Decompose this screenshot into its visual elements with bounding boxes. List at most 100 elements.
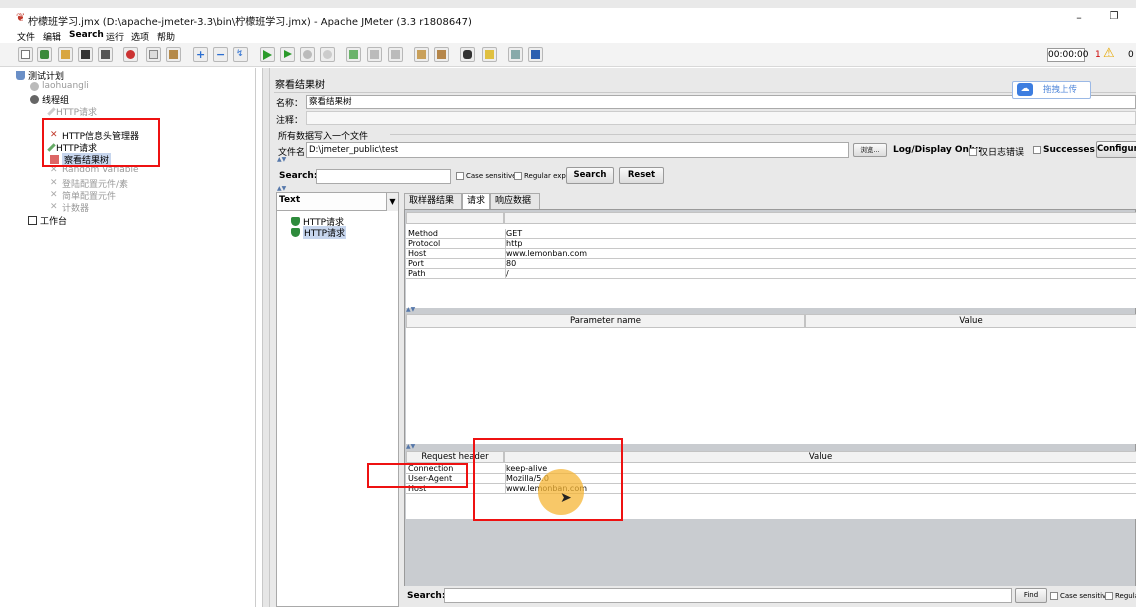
table-row: Protocol http [406, 239, 1136, 249]
request-table: Method GET Protocol http Host www.lemonban.… [406, 212, 1136, 308]
window-title: 柠檬班学习.jmx (D:\apache-jmeter-3.3\bin\柠檬班学… [28, 17, 472, 28]
minimize-button[interactable]: – [1072, 11, 1086, 25]
menu-search[interactable]: Search [69, 30, 104, 40]
templates-icon[interactable] [37, 47, 52, 62]
remote-exit-icon[interactable] [388, 47, 403, 62]
tools-icon: ✕ [50, 190, 58, 200]
tab-request[interactable]: 请求 [462, 193, 490, 209]
function-helper-icon[interactable] [508, 47, 523, 62]
write-section-label: 所有数据写入一个文件 [278, 132, 369, 142]
menu-edit[interactable]: 编辑 [43, 30, 61, 43]
error-count[interactable]: 1 [1095, 50, 1101, 60]
remote-stop-icon[interactable] [367, 47, 382, 62]
bottom-search-input[interactable] [444, 588, 1012, 603]
table-row: Hostwww.lemonban.com [406, 249, 1136, 259]
new-icon[interactable] [18, 47, 33, 62]
highlight-box [367, 463, 468, 488]
tree-item-counter[interactable]: ✕ 计数器 [50, 201, 89, 215]
panel-title: 察看结果树 [275, 80, 325, 91]
copy-icon[interactable] [146, 47, 161, 62]
paste-icon[interactable] [166, 47, 181, 62]
reset-button[interactable]: Reset [619, 167, 664, 184]
filename-field[interactable]: D:\jmeter_public\test [306, 142, 849, 158]
active-threads: 0 [1128, 50, 1134, 60]
mouse-pointer-icon: ➤ [560, 490, 572, 506]
warning-icon[interactable]: ⚠ [1103, 46, 1115, 61]
search-label: Search: [279, 171, 318, 181]
clear-icon[interactable] [414, 47, 429, 62]
configure-button[interactable]: Configure [1096, 141, 1136, 158]
elapsed-timer: 00:00:00 [1047, 48, 1089, 62]
splitter-arrows[interactable]: ▲▼ [406, 443, 415, 450]
tab-response-data[interactable]: 响应数据 [490, 193, 540, 209]
stop-icon[interactable] [300, 47, 315, 62]
case-sensitive-checkbox[interactable]: Case sensitive [456, 172, 516, 180]
remote-start-icon[interactable] [346, 47, 361, 62]
parameters-table: Parameter name Value [406, 314, 1136, 444]
start-no-pause-icon[interactable] [280, 47, 295, 62]
splitter-arrows[interactable]: ▲▼ [277, 185, 286, 192]
upload-widget[interactable]: ☁ 拖拽上传 [1012, 81, 1091, 99]
regular-exp-checkbox[interactable]: Regular exp. [514, 172, 568, 180]
search-binoculars-icon[interactable] [460, 47, 475, 62]
bottom-search-bar: Search: Find Case sensitive Regular [404, 586, 1136, 607]
cloud-icon: ☁ [1017, 83, 1033, 96]
menu-run[interactable]: 运行 [106, 30, 124, 43]
renderer-select[interactable]: Text [277, 193, 398, 211]
save-icon[interactable] [78, 47, 93, 62]
workbench-icon [28, 216, 37, 225]
column-header-value[interactable]: Value [805, 314, 1136, 328]
cut-icon[interactable] [123, 47, 138, 62]
bottom-search-label: Search: [407, 591, 446, 601]
clear-all-icon[interactable] [434, 47, 449, 62]
maximize-button[interactable]: ❐ [1107, 11, 1121, 25]
gear-icon [30, 95, 39, 104]
start-icon[interactable] [260, 47, 275, 62]
splitter-arrows[interactable]: ▲▼ [406, 306, 415, 313]
open-icon[interactable] [58, 47, 73, 62]
shutdown-icon[interactable] [320, 47, 335, 62]
search-input[interactable] [316, 169, 451, 184]
search-button[interactable]: Search [566, 167, 614, 184]
gear-icon [30, 81, 39, 91]
errors-only-checkbox[interactable]: 仅日志错误 [969, 145, 1024, 158]
table-row: Port 80 [406, 259, 1136, 269]
highlight-box [42, 118, 160, 167]
tools-icon: ✕ [50, 202, 58, 212]
tree-item-laohuangli[interactable]: laohuangli [30, 81, 89, 91]
menu-file[interactable]: 文件 [17, 30, 35, 43]
toggle-icon[interactable]: ↯ [233, 47, 248, 62]
browse-button[interactable]: 浏览... [853, 143, 887, 157]
save-as-icon[interactable] [98, 47, 113, 62]
title-bar: ❦ 柠檬班学习.jmx (D:\apache-jmeter-3.3\bin\柠檬… [0, 0, 1136, 29]
find-button[interactable]: Find [1015, 588, 1047, 603]
tools-icon: ✕ [50, 178, 58, 188]
name-label: 名称： [276, 99, 304, 109]
collapse-icon[interactable]: − [213, 47, 228, 62]
bottom-regular-checkbox[interactable]: Regular [1105, 592, 1136, 600]
chevron-down-icon[interactable]: ▼ [386, 193, 398, 211]
comment-label: 注释： [276, 116, 304, 126]
table-row: Path / [406, 269, 1136, 279]
tab-sampler-result[interactable]: 取样器结果 [404, 193, 462, 209]
comment-field[interactable] [306, 111, 1136, 125]
tree-item-http-request-disabled[interactable]: HTTP请求 [47, 105, 97, 118]
flask-icon [16, 71, 25, 80]
expand-icon[interactable]: + [193, 47, 208, 62]
jmeter-feather-icon: ❦ [16, 11, 26, 24]
splitter-arrows[interactable]: ▲▼ [277, 156, 286, 163]
help-icon[interactable] [528, 47, 543, 62]
column-header-parameter-name[interactable]: Parameter name [406, 314, 805, 328]
result-item-selected[interactable]: HTTP请求 [291, 226, 347, 239]
tree-item-workbench[interactable]: 工作台 [28, 214, 67, 227]
split-divider[interactable] [262, 68, 270, 607]
menu-bar: 文件 编辑 Search 运行 选项 帮助 [0, 29, 1136, 43]
request-pane: Method GET Protocol http Host www.lemonban.… [404, 209, 1136, 607]
table-row: Method GET [406, 229, 1136, 239]
bottom-case-sensitive-checkbox[interactable]: Case sensitive [1050, 592, 1110, 600]
pencil-icon [47, 107, 56, 116]
successes-checkbox[interactable]: Successes [1033, 145, 1095, 155]
menu-options[interactable]: 选项 [131, 30, 149, 43]
reset-search-icon[interactable] [482, 47, 497, 62]
menu-help[interactable]: 帮助 [157, 30, 175, 43]
